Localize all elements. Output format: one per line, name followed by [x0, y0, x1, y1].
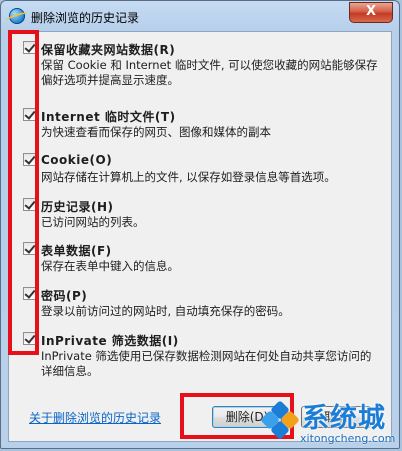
- checkmark-icon: [24, 153, 36, 165]
- watermark-brand: 系统城: [302, 403, 386, 434]
- option-title: 保留收藏夹网站数据(R): [41, 43, 176, 57]
- option-title: Internet 临时文件(T): [41, 110, 176, 124]
- history-checkbox[interactable]: [23, 198, 36, 211]
- option-description: 为快速查看而保存的网页、图像和媒体的副本: [41, 125, 271, 139]
- option-description: InPrivate 筛选使用已保存数据检测网站在何处自动共享您访问的详细信息。: [41, 349, 372, 378]
- inprivate-checkbox[interactable]: [23, 332, 36, 345]
- passwords-checkbox[interactable]: [23, 287, 36, 300]
- option-title: InPrivate 筛选数据(I): [41, 334, 179, 348]
- option-description: 保存在表单中键入的信息。: [41, 259, 179, 273]
- option-title: 表单数据(F): [41, 244, 112, 258]
- checkmark-icon: [24, 287, 36, 299]
- option-title: 历史记录(H): [41, 200, 114, 214]
- option-description: 保留 Cookie 和 Internet 临时文件, 可以使您收藏的网站能够保存…: [41, 58, 378, 87]
- checkmark-icon: [24, 198, 36, 210]
- preserve-favorites-checkbox[interactable]: [23, 41, 36, 54]
- checkmark-icon: [24, 332, 36, 344]
- xitongcheng-logo-icon: [260, 400, 300, 440]
- title-bar[interactable]: 删除浏览的历史记录 X: [1, 1, 399, 31]
- checkmark-icon: [24, 41, 36, 53]
- watermark-url: xitongcheng.com: [300, 432, 396, 445]
- form-data-checkbox[interactable]: [23, 242, 36, 255]
- internet-explorer-icon: [9, 8, 25, 24]
- close-button[interactable]: X: [349, 2, 393, 23]
- delete-history-dialog: 删除浏览的历史记录 X 保留收藏夹网站数据(R) 保留 Cookie 和 Int…: [0, 0, 400, 449]
- temporary-files-checkbox[interactable]: [23, 108, 36, 121]
- option-description: 已访问网站的列表。: [41, 215, 145, 229]
- checkmark-icon: [24, 242, 36, 254]
- option-title: 密码(P): [41, 289, 88, 303]
- window-title: 删除浏览的历史记录: [31, 11, 140, 25]
- option-title: Cookie(O): [41, 153, 113, 167]
- option-description: 登录以前访问过的网站时, 自动填充保存的密码。: [41, 304, 290, 318]
- dialog-content: 保留收藏夹网站数据(R) 保留 Cookie 和 Internet 临时文件, …: [8, 31, 392, 442]
- option-description: 网站存储在计算机上的文件, 以保存如登录信息等首选项。: [41, 170, 336, 184]
- watermark: 系统城 xitongcheng.com: [260, 398, 402, 451]
- checkmark-icon: [24, 108, 36, 120]
- about-deleting-history-link[interactable]: 关于删除浏览的历史记录: [29, 409, 161, 426]
- cookies-checkbox[interactable]: [23, 153, 36, 166]
